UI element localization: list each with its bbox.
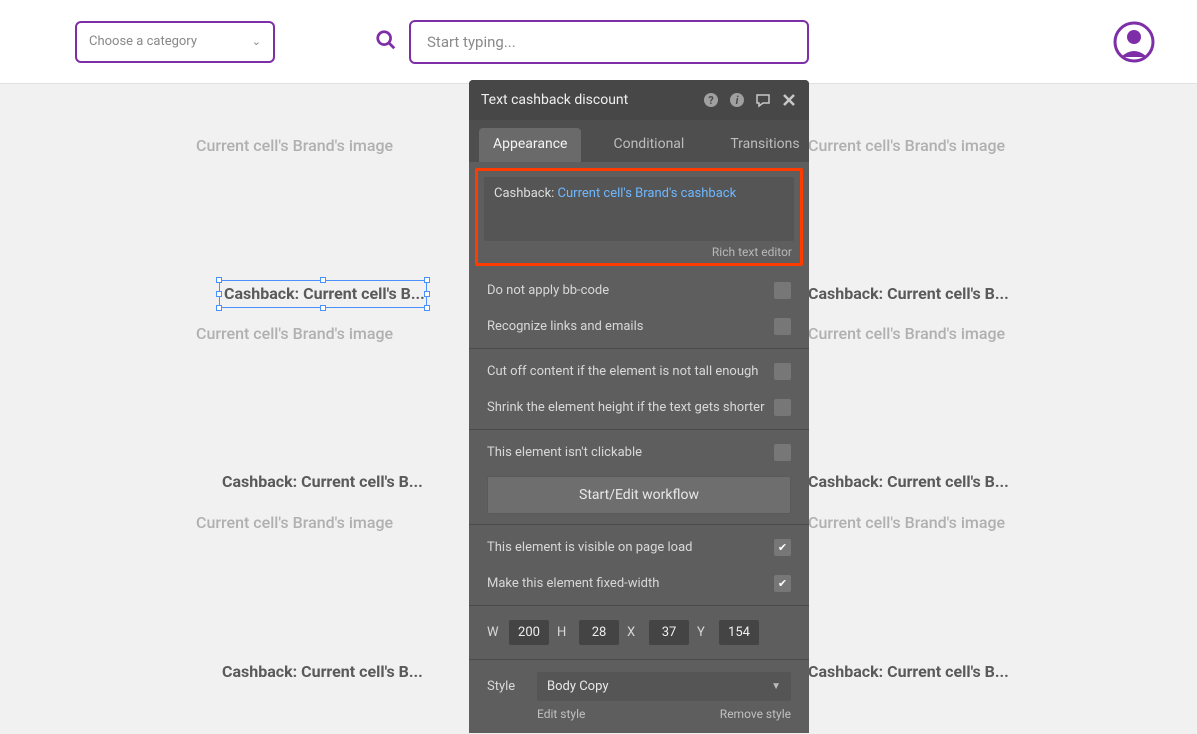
selection-handle[interactable] bbox=[320, 305, 326, 311]
width-label: W bbox=[487, 625, 501, 640]
category-select[interactable]: Choose a category ⌄ bbox=[75, 21, 275, 63]
tab-transitions[interactable]: Transitions bbox=[716, 128, 813, 162]
tab-conditional[interactable]: Conditional bbox=[599, 128, 698, 162]
dynamic-expression[interactable]: Current cell's Brand's cashback bbox=[558, 186, 737, 201]
selection-handle[interactable] bbox=[320, 277, 326, 283]
divider bbox=[469, 348, 809, 349]
cashback-label: Cashback: Current cell's B... bbox=[808, 662, 1009, 681]
panel-tabs: Appearance Conditional Transitions bbox=[469, 120, 809, 162]
start-edit-workflow-button[interactable]: Start/Edit workflow bbox=[487, 476, 791, 514]
cashback-label: Cashback: Current cell's B... bbox=[808, 472, 1009, 491]
y-label: Y bbox=[697, 625, 711, 640]
y-input[interactable]: 154 bbox=[719, 620, 759, 645]
brand-image-placeholder: Current cell's Brand's image bbox=[808, 136, 1005, 155]
brand-image-placeholder: Current cell's Brand's image bbox=[196, 513, 393, 532]
style-sub-row: Edit style Remove style bbox=[469, 703, 809, 729]
checkbox[interactable] bbox=[774, 539, 791, 556]
x-input[interactable]: 37 bbox=[649, 620, 689, 645]
option-recognize-links: Recognize links and emails bbox=[469, 308, 809, 344]
option-label: Do not apply bb-code bbox=[487, 283, 774, 298]
option-visible-on-load: This element is visible on page load bbox=[469, 529, 809, 565]
option-label: Recognize links and emails bbox=[487, 319, 774, 334]
text-prefix: Cashback: bbox=[494, 186, 558, 201]
selection-handle[interactable] bbox=[424, 305, 430, 311]
info-icon[interactable]: i bbox=[729, 92, 745, 108]
option-label: Shrink the element height if the text ge… bbox=[487, 400, 774, 415]
search-wrap bbox=[375, 20, 809, 64]
style-row: Style Body Copy ▼ bbox=[469, 664, 809, 703]
panel-header[interactable]: Text cashback discount ? i bbox=[469, 80, 809, 120]
selection-handle[interactable] bbox=[424, 291, 430, 297]
option-label: This element isn't clickable bbox=[487, 445, 774, 460]
cashback-label: Cashback: Current cell's B... bbox=[808, 284, 1009, 303]
selection-handle[interactable] bbox=[216, 305, 222, 311]
style-value: Body Copy bbox=[547, 679, 608, 694]
text-content-editor[interactable]: Cashback: Current cell's Brand's cashbac… bbox=[484, 177, 794, 241]
text-content-group: Cashback: Current cell's Brand's cashbac… bbox=[475, 168, 803, 266]
brand-image-placeholder: Current cell's Brand's image bbox=[808, 324, 1005, 343]
chevron-down-icon: ▼ bbox=[771, 681, 781, 692]
comment-icon[interactable] bbox=[755, 92, 771, 108]
cashback-label: Cashback: Current cell's B... bbox=[222, 472, 423, 491]
help-icon[interactable]: ? bbox=[703, 92, 719, 108]
property-panel: Text cashback discount ? i Appearance Co… bbox=[469, 80, 809, 733]
option-shrink: Shrink the element height if the text ge… bbox=[469, 389, 809, 425]
checkbox[interactable] bbox=[774, 318, 791, 335]
option-label: This element is visible on page load bbox=[487, 540, 774, 555]
panel-title: Text cashback discount bbox=[481, 92, 693, 108]
avatar[interactable] bbox=[1113, 21, 1155, 63]
selection-handle[interactable] bbox=[216, 291, 222, 297]
divider bbox=[469, 659, 809, 660]
brand-image-placeholder: Current cell's Brand's image bbox=[196, 324, 393, 343]
svg-text:?: ? bbox=[708, 94, 714, 107]
style-label: Style bbox=[487, 679, 523, 694]
divider bbox=[469, 429, 809, 430]
x-label: X bbox=[627, 625, 641, 640]
search-icon[interactable] bbox=[375, 29, 397, 55]
height-label: H bbox=[557, 625, 571, 640]
dimensions-row: W 200 H 28 X 37 Y 154 bbox=[469, 610, 809, 655]
option-cut-off: Cut off content if the element is not ta… bbox=[469, 353, 809, 389]
svg-text:i: i bbox=[736, 94, 739, 107]
option-fixed-width: Make this element fixed-width bbox=[469, 565, 809, 601]
brand-image-placeholder: Current cell's Brand's image bbox=[196, 136, 393, 155]
tab-appearance[interactable]: Appearance bbox=[479, 128, 581, 162]
top-bar: Choose a category ⌄ bbox=[0, 0, 1197, 84]
checkbox[interactable] bbox=[774, 399, 791, 416]
cashback-label: Cashback: Current cell's B... bbox=[222, 662, 423, 681]
divider bbox=[469, 524, 809, 525]
style-select[interactable]: Body Copy ▼ bbox=[537, 672, 791, 701]
selection-box[interactable] bbox=[219, 280, 427, 308]
checkbox[interactable] bbox=[774, 282, 791, 299]
selection-handle[interactable] bbox=[216, 277, 222, 283]
brand-image-placeholder: Current cell's Brand's image bbox=[808, 513, 1005, 532]
chevron-down-icon: ⌄ bbox=[252, 35, 261, 48]
width-input[interactable]: 200 bbox=[509, 620, 549, 645]
category-placeholder: Choose a category bbox=[89, 34, 197, 49]
close-icon[interactable] bbox=[781, 92, 797, 108]
option-no-bbcode: Do not apply bb-code bbox=[469, 272, 809, 308]
rich-text-link[interactable]: Rich text editor bbox=[484, 241, 794, 259]
height-input[interactable]: 28 bbox=[579, 620, 619, 645]
search-input[interactable] bbox=[409, 20, 809, 64]
remove-style-link[interactable]: Remove style bbox=[720, 707, 791, 721]
selection-handle[interactable] bbox=[424, 277, 430, 283]
divider bbox=[469, 605, 809, 606]
checkbox[interactable] bbox=[774, 363, 791, 380]
edit-style-link[interactable]: Edit style bbox=[537, 707, 585, 721]
option-label: Cut off content if the element is not ta… bbox=[487, 364, 774, 379]
option-label: Make this element fixed-width bbox=[487, 576, 774, 591]
option-not-clickable: This element isn't clickable bbox=[469, 434, 809, 470]
checkbox[interactable] bbox=[774, 444, 791, 461]
checkbox[interactable] bbox=[774, 575, 791, 592]
